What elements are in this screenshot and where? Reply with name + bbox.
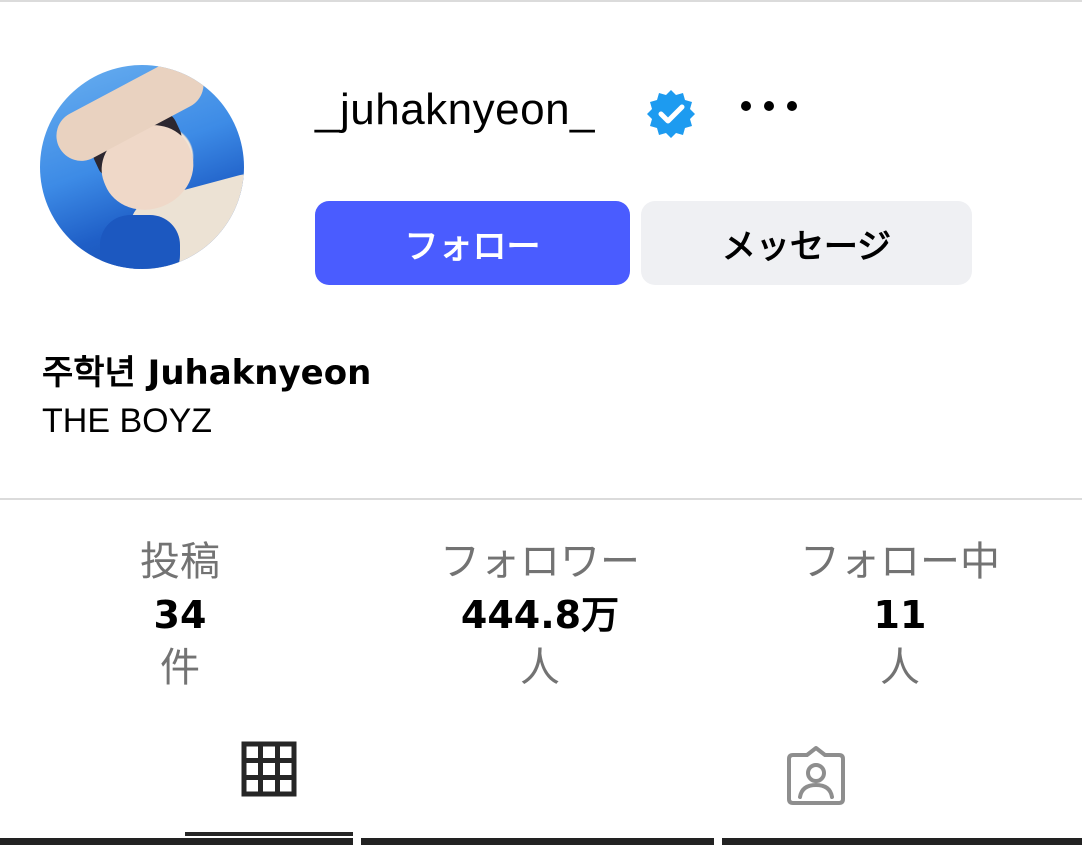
stat-label: 投稿 xyxy=(140,539,220,585)
profile-bio: THE BOYZ xyxy=(42,402,213,440)
stat-following[interactable]: フォロー中 11 人 xyxy=(760,534,1040,696)
stat-value: 34 xyxy=(153,593,207,637)
profile-display-name: 주학년 Juhaknyeon xyxy=(42,353,372,393)
grid-icon[interactable] xyxy=(240,740,298,798)
message-button[interactable]: メッセージ xyxy=(641,201,972,285)
stat-unit: 件 xyxy=(160,645,200,691)
profile-username: _juhaknyeon_ xyxy=(315,85,596,134)
stat-label: フォロワー xyxy=(440,539,640,585)
tagged-icon[interactable] xyxy=(785,745,847,807)
follow-button[interactable]: フォロー xyxy=(315,201,630,285)
profile-avatar[interactable] xyxy=(40,65,244,269)
stat-unit: 人 xyxy=(880,645,920,691)
stat-label: フォロー中 xyxy=(800,539,1000,585)
stat-value: 444.8万 xyxy=(460,593,620,637)
posts-grid-preview xyxy=(0,838,1082,845)
top-divider xyxy=(0,0,1082,2)
stat-posts: 投稿 34 件 xyxy=(40,534,320,696)
stat-unit: 人 xyxy=(520,645,560,691)
verified-badge-icon xyxy=(647,90,695,138)
active-tab-indicator xyxy=(185,832,353,836)
more-options-icon[interactable] xyxy=(736,88,802,124)
stats-divider xyxy=(0,498,1082,500)
stat-value: 11 xyxy=(873,593,927,637)
stat-followers[interactable]: フォロワー 444.8万 人 xyxy=(400,534,680,696)
